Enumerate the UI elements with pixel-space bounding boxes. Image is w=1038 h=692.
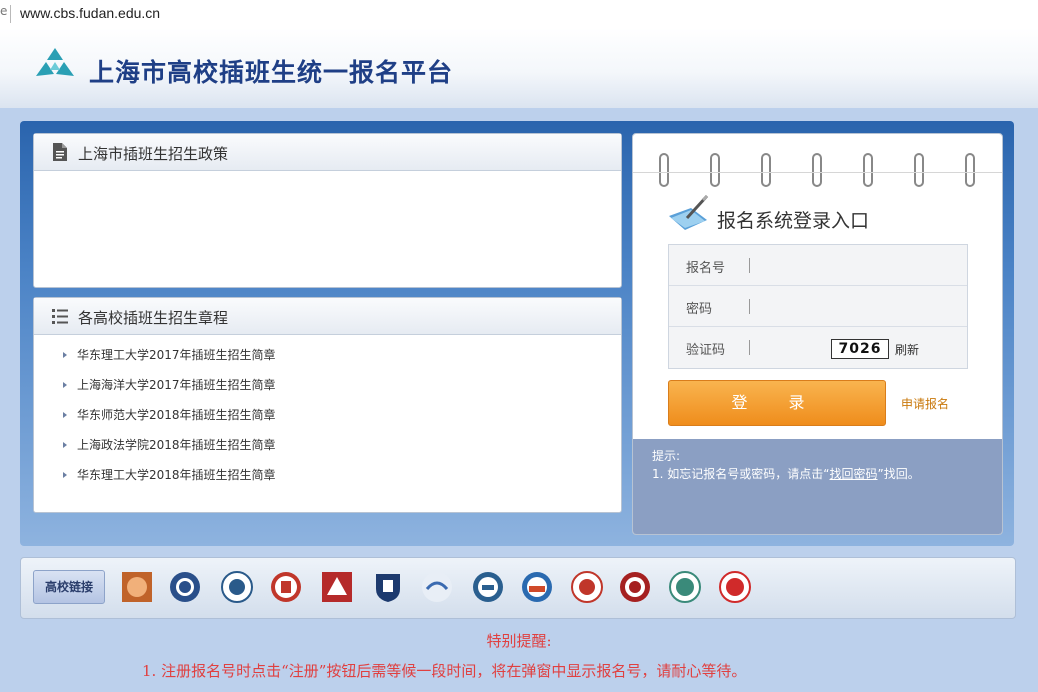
- list-item[interactable]: 华东理工大学2018年插班生招生简章: [34, 460, 621, 490]
- field-separator: [749, 258, 750, 273]
- username-input[interactable]: [753, 254, 957, 278]
- bullet-arrow-icon: [63, 442, 67, 448]
- university-logo-icon[interactable]: [619, 571, 651, 603]
- list-item[interactable]: 上海政法学院2018年插班生招生简章: [34, 430, 621, 460]
- username-row: 报名号: [669, 245, 967, 286]
- field-separator: [749, 299, 750, 314]
- tips-text: 1. 如忘记报名号或密码，请点击“找回密码”找回。: [652, 465, 920, 482]
- address-divider: [10, 5, 11, 23]
- university-logo-icon[interactable]: [521, 571, 553, 603]
- rules-panel-title: 各高校插班生招生章程: [78, 309, 229, 327]
- ring-divider: [633, 172, 1002, 173]
- notice-line: 1. 注册报名号时点击“注册”按钮后需等候一段时间，将在弹窗中显示报名号，请耐心…: [142, 662, 747, 680]
- login-box: 报名系统登录入口 报名号 密码 验证码 7026 刷新 登 录 申请报名 提示:…: [632, 133, 1003, 535]
- university-logo-icon[interactable]: [121, 571, 153, 603]
- url-text[interactable]: www.cbs.fudan.edu.cn: [20, 5, 160, 21]
- notebook-rings-icon: [659, 153, 975, 187]
- list-item[interactable]: 上海海洋大学2017年插班生招生简章: [34, 370, 621, 400]
- site-title: 上海市高校插班生统一报名平台: [89, 58, 454, 87]
- bullet-arrow-icon: [63, 412, 67, 418]
- university-logo-icon[interactable]: [472, 571, 504, 603]
- username-label: 报名号: [686, 261, 726, 276]
- tips-title: 提示:: [652, 449, 681, 463]
- password-input[interactable]: [753, 295, 957, 319]
- rule-link[interactable]: 上海政法学院2018年插班生招生简章: [77, 438, 276, 452]
- university-logo-icon[interactable]: [719, 571, 751, 603]
- policy-panel: 上海市插班生招生政策: [33, 133, 622, 288]
- rule-link[interactable]: 上海海洋大学2017年插班生招生简章: [77, 378, 276, 392]
- rule-link[interactable]: 华东理工大学2017年插班生招生简章: [77, 348, 276, 362]
- bullet-arrow-icon: [63, 382, 67, 388]
- recover-password-link[interactable]: 找回密码: [829, 467, 877, 481]
- tips-text-post: ”找回。: [877, 467, 920, 481]
- rule-link[interactable]: 华东师范大学2018年插班生招生简章: [77, 408, 276, 422]
- university-links-button[interactable]: 高校链接: [33, 570, 105, 604]
- captcha-row: 验证码 7026 刷新: [669, 327, 967, 367]
- university-logo-icon[interactable]: [169, 571, 201, 603]
- login-form: 报名号 密码 验证码 7026 刷新: [668, 244, 968, 369]
- bullet-arrow-icon: [63, 472, 67, 478]
- password-label: 密码: [686, 302, 713, 317]
- university-logo-icon[interactable]: [270, 571, 302, 603]
- list-item[interactable]: 华东师范大学2018年插班生招生简章: [34, 400, 621, 430]
- rules-panel: 各高校插班生招生章程 华东理工大学2017年插班生招生简章 上海海洋大学2017…: [33, 297, 622, 513]
- rules-list: 华东理工大学2017年插班生招生简章 上海海洋大学2017年插班生招生简章 华东…: [34, 340, 621, 490]
- captcha-image: 7026: [831, 339, 889, 359]
- pen-paper-icon: [669, 194, 709, 230]
- captcha-input[interactable]: [753, 336, 827, 360]
- site-logo-icon: [36, 48, 74, 76]
- university-logo-icon[interactable]: [669, 571, 701, 603]
- university-logo-icon[interactable]: [372, 571, 404, 603]
- document-icon: [53, 143, 67, 161]
- tips-area: 提示: 1. 如忘记报名号或密码，请点击“找回密码”找回。: [633, 439, 1002, 534]
- login-button[interactable]: 登 录: [668, 380, 886, 426]
- password-row: 密码: [669, 286, 967, 327]
- tips-text-pre: 1. 如忘记报名号或密码，请点击“: [652, 467, 830, 481]
- bullet-arrow-icon: [63, 352, 67, 358]
- university-logo-icon[interactable]: [571, 571, 603, 603]
- rules-panel-header: 各高校插班生招生章程: [34, 298, 621, 335]
- field-separator: [749, 340, 750, 355]
- university-logo-icon[interactable]: [421, 571, 453, 603]
- site-header: 上海市高校插班生统一报名平台: [0, 28, 1038, 108]
- refresh-captcha-link[interactable]: 刷新: [895, 341, 919, 358]
- address-edge: e: [0, 4, 8, 18]
- university-logo-icon[interactable]: [321, 571, 353, 603]
- rule-link[interactable]: 华东理工大学2018年插班生招生简章: [77, 468, 276, 482]
- notice-title: 特别提醒:: [486, 632, 552, 650]
- list-item[interactable]: 华东理工大学2017年插班生招生简章: [34, 340, 621, 370]
- university-logo-icon[interactable]: [221, 571, 253, 603]
- register-link[interactable]: 申请报名: [901, 395, 949, 412]
- university-links-bar: 高校链接: [20, 557, 1016, 619]
- address-bar[interactable]: e www.cbs.fudan.edu.cn: [0, 0, 1038, 29]
- captcha-label: 验证码: [686, 343, 726, 358]
- list-icon: [52, 309, 68, 324]
- policy-panel-header: 上海市插班生招生政策: [34, 134, 621, 171]
- login-title: 报名系统登录入口: [717, 210, 870, 232]
- policy-panel-title: 上海市插班生招生政策: [78, 145, 229, 163]
